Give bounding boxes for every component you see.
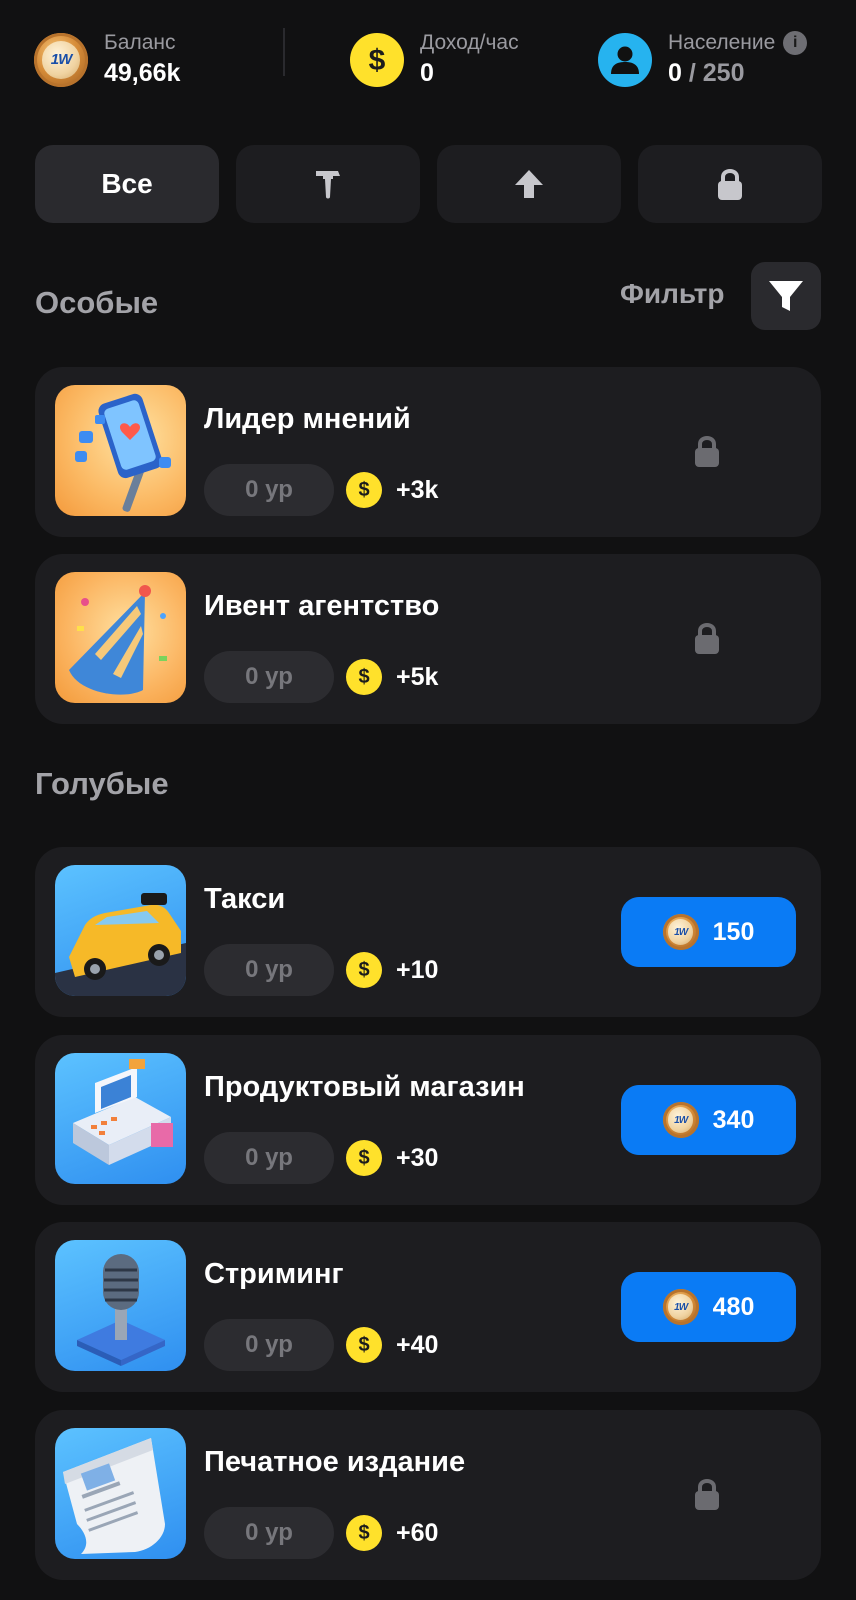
balance-label: Баланс [104, 31, 176, 54]
level-badge: 0 ур [204, 464, 334, 516]
business-image [55, 1428, 186, 1559]
dollar-coin-icon: $ [346, 1327, 382, 1363]
population-value: 0 / 250 [668, 59, 745, 88]
business-card[interactable]: Печатное издание 0 ур $ +60 [35, 1410, 821, 1580]
level-badge: 0 ур [204, 1132, 334, 1184]
population-stat: Население i 0 / 250 [598, 30, 808, 90]
balance-value: 49,66k [104, 59, 181, 87]
filter-button[interactable] [751, 262, 821, 330]
buy-button[interactable]: 1W 150 [621, 897, 796, 967]
business-income: $ +10 [346, 952, 438, 988]
business-image [55, 385, 186, 516]
business-card[interactable]: Такси 0 ур $ +10 1W 150 [35, 847, 821, 1017]
dollar-coin-icon: $ [346, 1140, 382, 1176]
income-label: Доход/час [420, 31, 519, 54]
hammer-icon [316, 171, 340, 199]
1w-coin-icon: 1W [34, 33, 88, 87]
income-stat: $ Доход/час 0 [350, 30, 519, 90]
category-tabs: Все [35, 145, 822, 223]
svg-text:$: $ [369, 44, 386, 77]
business-income: $ +60 [346, 1515, 438, 1551]
business-card[interactable]: Лидер мнений 0 ур $ +3k [35, 367, 821, 537]
dollar-coin-icon: $ [346, 659, 382, 695]
business-income: $ +40 [346, 1327, 438, 1363]
buy-button[interactable]: 1W 340 [621, 1085, 796, 1155]
lock-icon [718, 169, 742, 200]
business-income: $ +5k [346, 659, 438, 695]
info-icon[interactable]: i [783, 31, 808, 56]
filter-label[interactable]: Фильтр [620, 278, 724, 310]
lock-icon [695, 623, 719, 654]
tab-build[interactable] [236, 145, 420, 223]
business-income: $ +30 [346, 1140, 438, 1176]
price-value: 480 [712, 1292, 755, 1321]
tab-all[interactable]: Все [35, 145, 219, 223]
business-name: Такси [204, 883, 286, 915]
business-image [55, 1053, 186, 1184]
stats-bar: 1W Баланс 49,66k $ Доход/час 0 Население… [0, 0, 856, 120]
level-badge: 0 ур [204, 1507, 334, 1559]
lock-icon [695, 1479, 719, 1510]
level-badge: 0 ур [204, 651, 334, 703]
section-title-special: Особые [35, 285, 159, 320]
arrow-up-icon [515, 170, 543, 198]
1w-coin-icon: 1W [662, 1289, 699, 1325]
dollar-coin-icon: $ [346, 1515, 382, 1551]
business-name: Лидер мнений [204, 403, 411, 435]
income-value: 0 [420, 59, 434, 87]
tab-upgrade[interactable] [437, 145, 621, 223]
dollar-coin-icon: $ [346, 952, 382, 988]
1w-coin-icon: 1W [662, 914, 699, 950]
business-image [55, 572, 186, 703]
price-value: 340 [712, 1105, 755, 1134]
section-title-blue: Голубые [35, 766, 169, 801]
level-badge: 0 ур [204, 944, 334, 996]
business-name: Печатное издание [204, 1446, 466, 1478]
business-image [55, 865, 186, 996]
business-image [55, 1240, 186, 1371]
1w-coin-icon: 1W [662, 1102, 699, 1138]
balance-stat: 1W Баланс 49,66k [34, 30, 180, 90]
stats-divider [283, 28, 285, 76]
funnel-icon [769, 281, 803, 311]
business-income: $ +3k [346, 472, 438, 508]
lock-icon [695, 436, 719, 467]
business-card[interactable]: Стриминг 0 ур $ +40 1W 480 [35, 1222, 821, 1392]
user-icon [598, 33, 652, 87]
tab-locked[interactable] [638, 145, 822, 223]
population-label: Население i [668, 31, 808, 56]
price-value: 150 [712, 917, 755, 946]
level-badge: 0 ур [204, 1319, 334, 1371]
dollar-coin-icon: $ [346, 472, 382, 508]
buy-button[interactable]: 1W 480 [621, 1272, 796, 1342]
dollar-coin-icon: $ [350, 33, 404, 87]
business-card[interactable]: Ивент агентство 0 ур $ +5k [35, 554, 821, 724]
business-name: Ивент агентство [204, 590, 440, 622]
business-name: Стриминг [204, 1258, 344, 1290]
business-card[interactable]: Продуктовый магазин 0 ур $ +30 1W 340 [35, 1035, 821, 1205]
business-name: Продуктовый магазин [204, 1071, 525, 1103]
